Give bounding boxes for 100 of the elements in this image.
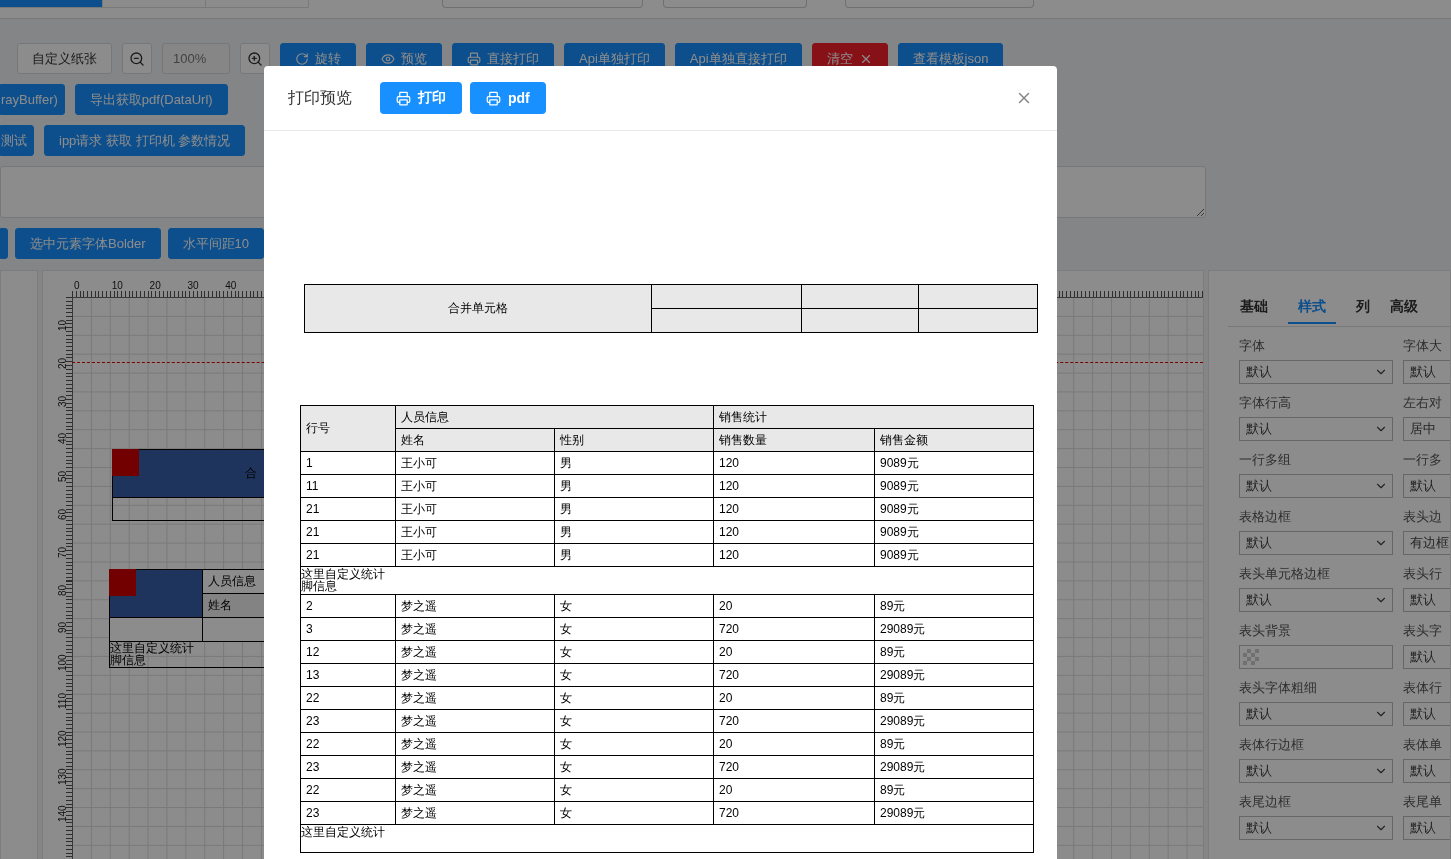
select-field[interactable]: 默认 (1403, 645, 1450, 669)
table-cell: 720 (713, 755, 875, 779)
toolbar-button[interactable]: 选中元素字体Bolder (15, 228, 161, 259)
select-field[interactable]: 默认 (1239, 474, 1393, 498)
panel-tab[interactable]: 列 (1356, 295, 1370, 324)
table-cell: 89元 (874, 594, 1034, 618)
table-cell: 22 (300, 778, 396, 802)
table-cell: 9089元 (874, 474, 1034, 498)
table-cell: 1 (300, 451, 396, 475)
table-cell: 22 (300, 732, 396, 756)
dialog-title: 打印预览 (288, 87, 352, 108)
table-cell: 男 (554, 451, 714, 475)
table-cell: 王小可 (395, 543, 555, 567)
table-cell: 梦之遥 (395, 755, 555, 779)
table-cell: 梦之遥 (395, 640, 555, 664)
panel-tab[interactable]: 样式 (1288, 295, 1336, 324)
table-cell: 女 (554, 755, 714, 779)
footer-text: 这里自定义统计 (301, 826, 385, 838)
header-cell: 行号 (300, 405, 396, 452)
table-cell: 梦之遥 (395, 778, 555, 802)
table-cell: 女 (554, 617, 714, 641)
table-cell: 120 (713, 497, 875, 521)
table-cell: 720 (713, 709, 875, 733)
ruler-number: 70 (58, 546, 68, 558)
pdf-button[interactable]: pdf (470, 82, 546, 114)
table-cell: 女 (554, 640, 714, 664)
table-cell: 23 (300, 755, 396, 779)
toolbar-button[interactable]: rayBuffer) (0, 84, 65, 115)
table-cell: 梦之遥 (395, 686, 555, 710)
toolbar-button[interactable]: 测试 (0, 125, 34, 156)
panel-tab[interactable]: 基础 (1240, 295, 1268, 324)
table-cell: 男 (554, 497, 714, 521)
panel-tab[interactable]: 高级 (1390, 295, 1418, 324)
print-button[interactable]: 打印 (380, 82, 462, 114)
ruler-number: 30 (58, 395, 68, 407)
field-label: 字体 (1239, 338, 1266, 354)
cell-text: 合 (245, 465, 257, 482)
table-cell: 梦之遥 (395, 663, 555, 687)
field-label: 表头字 (1403, 623, 1443, 639)
table-cell: 女 (554, 686, 714, 710)
table-cell: 女 (554, 732, 714, 756)
ruler-number: 40 (58, 433, 68, 445)
select-field[interactable]: 有边框 (1403, 531, 1450, 555)
select-field[interactable]: 默认 (1403, 759, 1450, 783)
select-field[interactable]: 默认 (1239, 759, 1393, 783)
ruler-number: 20 (58, 357, 68, 369)
table-cell: 29089元 (874, 755, 1034, 779)
table-cell: 89元 (874, 640, 1034, 664)
header-cell: 人员信息 (395, 405, 714, 429)
table-cell: 12 (300, 640, 396, 664)
header-cell: 销售数量 (713, 428, 875, 452)
select-field[interactable]: 默认 (1239, 588, 1393, 612)
select-field[interactable]: 默认 (1403, 474, 1450, 498)
ruler-number: 60 (58, 508, 68, 520)
select-field[interactable]: 默认 (1239, 816, 1393, 840)
field-label: 左右对 (1403, 395, 1443, 411)
table-cell: 女 (554, 801, 714, 825)
table-cell: 23 (300, 709, 396, 733)
select-field[interactable]: 居中 (1403, 417, 1450, 441)
table-cell: 89元 (874, 732, 1034, 756)
select-field[interactable]: 默认 (1403, 702, 1450, 726)
table-cell: 9089元 (874, 497, 1034, 521)
table-cell: 21 (300, 497, 396, 521)
ruler-number: 40 (225, 281, 237, 291)
table-cell: 120 (713, 474, 875, 498)
ruler-number: 80 (58, 584, 68, 596)
ruler-number: 100 (58, 654, 68, 672)
footer-text: 这里自定义统计脚信息 (110, 642, 194, 666)
table-cell: 29089元 (874, 709, 1034, 733)
select-field[interactable]: 默认 (1403, 588, 1450, 612)
ruler-number: 110 (58, 693, 68, 709)
ruler-number: 10 (58, 319, 68, 331)
field-label: 表头单元格边框 (1239, 566, 1331, 582)
toolbar-button[interactable]: 水平间距10 (167, 228, 265, 259)
field-label: 表体行 (1403, 680, 1443, 696)
toolbar-button[interactable]: ipp请求 获取 打印机 参数情况 (44, 125, 246, 156)
select-field[interactable]: 默认 (1403, 816, 1450, 840)
table-cell: 合并单元格 (304, 284, 652, 333)
ruler-number: 0 (74, 281, 80, 291)
table-cell: 9089元 (874, 543, 1034, 567)
table-cell: 王小可 (395, 474, 555, 498)
table-cell: 女 (554, 709, 714, 733)
toolbar-button[interactable]: 自定义纸张 (17, 43, 112, 74)
toolbar-button[interactable]: 导出获取pdf(DataUrl) (74, 84, 228, 115)
table-cell: 23 (300, 801, 396, 825)
ruler-number: 50 (58, 471, 68, 483)
table-cell: 女 (554, 663, 714, 687)
table-cell: 王小可 (395, 520, 555, 544)
table-cell: 20 (713, 640, 875, 664)
select-field[interactable]: 默认 (1239, 702, 1393, 726)
table-cell: 120 (713, 520, 875, 544)
table-cell: 王小可 (395, 451, 555, 475)
ruler-number: 30 (187, 281, 199, 291)
field-label: 表头背景 (1239, 623, 1292, 639)
select-field[interactable]: 默认 (1403, 360, 1450, 384)
select-field[interactable]: 默认 (1239, 417, 1393, 441)
field-label: 表体单 (1403, 737, 1443, 753)
select-field[interactable]: 默认 (1239, 531, 1393, 555)
ruler-number: 10 (111, 281, 123, 291)
select-field[interactable]: 默认 (1239, 360, 1393, 384)
